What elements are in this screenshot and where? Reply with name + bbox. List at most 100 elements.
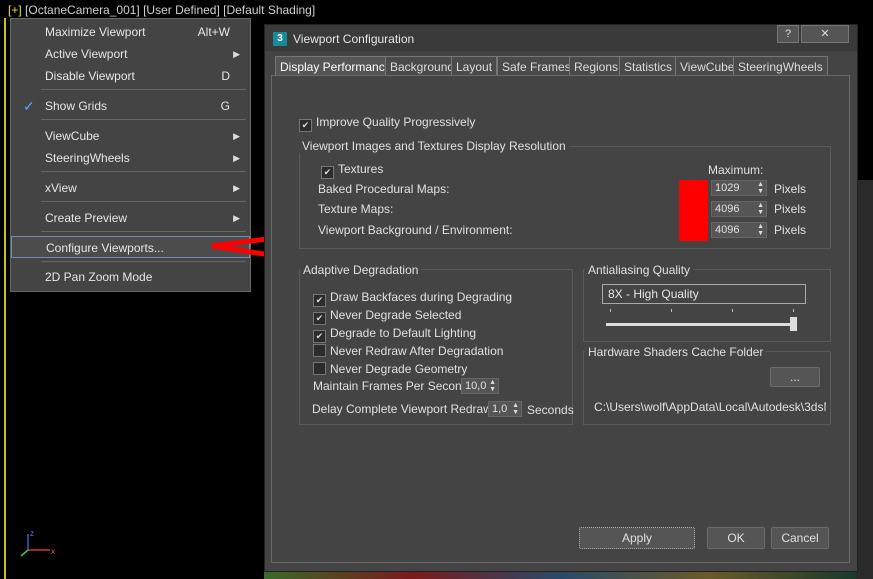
fps-spinner[interactable]: 10,0 ▲ ▼ [461,378,499,394]
axis-label-z: z [30,529,34,538]
submenu-arrow-icon: ▶ [233,213,240,223]
texture-maps-spinner[interactable]: 4096 ▲ ▼ [711,201,767,217]
menu-item-active-viewport[interactable]: Active Viewport ▶ [11,43,250,65]
tab-display-performance[interactable]: Display Performance [275,56,397,76]
checkbox-label: Never Degrade Geometry [330,362,468,376]
close-button[interactable]: ✕ [801,25,849,43]
spinner-value: 4096 [715,203,740,215]
app-logo-icon: 3 [273,32,287,46]
spinner-value: 1029 [715,182,740,194]
ok-button[interactable]: OK [707,527,765,549]
submenu-arrow-icon: ▶ [233,153,240,163]
spinner-arrows-icon: ▲ ▼ [757,181,764,195]
checkmark-icon: ✓ [23,98,35,114]
active-viewport-border [4,18,6,579]
menu-item-shortcut: Alt+W [197,25,230,39]
improve-quality-checkbox[interactable]: ✔ Improve Quality Progressively [299,115,475,132]
never-redraw-checkbox[interactable]: Never Redraw After Degradation [313,344,503,358]
baked-maps-label: Baked Procedural Maps: [318,182,450,196]
menu-item-viewcube[interactable]: ViewCube ▶ [11,125,250,147]
antialiasing-slider-thumb[interactable] [790,317,797,331]
pixels-unit: Pixels [774,182,807,196]
tab-regions[interactable]: Regions [569,56,624,76]
menu-item-label: SteeringWheels [45,151,130,165]
spinner-value: 1,0 [492,403,508,415]
tab-viewcube[interactable]: ViewCube [675,56,740,76]
background-env-spinner[interactable]: 4096 ▲ ▼ [711,222,767,238]
annotation-red-highlight [679,180,708,241]
slider-tick [610,309,611,312]
menu-item-steeringwheels[interactable]: SteeringWheels ▶ [11,147,250,169]
viewport-label[interactable]: [+] [OctaneCamera_001] [User Defined] [D… [8,3,315,17]
slider-tick [732,309,733,312]
checkbox-label: Draw Backfaces during Degrading [330,290,513,304]
draw-backfaces-checkbox[interactable]: ✔ Draw Backfaces during Degrading [313,290,512,307]
menu-item-xview[interactable]: xView ▶ [11,177,250,199]
submenu-arrow-icon: ▶ [233,131,240,141]
spinner-arrows-icon: ▲ ▼ [512,402,519,416]
slider-tick [793,309,794,312]
antialiasing-group [583,269,831,342]
checkbox-unchecked-icon [313,344,326,357]
maximum-label: Maximum: [708,163,764,177]
menu-item-label: 2D Pan Zoom Mode [45,270,153,284]
tab-statistics[interactable]: Statistics [619,56,678,76]
baked-maps-spinner[interactable]: 1029 ▲ ▼ [711,180,767,196]
menu-separator [41,119,246,120]
menu-item-create-preview[interactable]: Create Preview ▶ [11,207,250,229]
menu-item-label: Create Preview [45,211,128,225]
tab-background[interactable]: Background [385,56,460,76]
spinner-value: 10,0 [465,380,487,392]
menu-item-maximize-viewport[interactable]: Maximize Viewport Alt+W [11,21,250,43]
checkbox-label: Never Degrade Selected [330,308,462,322]
axis-gizmo-icon: z x [20,529,55,557]
submenu-arrow-icon: ▶ [233,183,240,193]
menu-item-show-grids[interactable]: ✓ Show Grids G [11,95,250,117]
menu-item-disable-viewport[interactable]: Disable Viewport D [11,65,250,87]
menu-separator [41,201,246,202]
help-button[interactable]: ? [777,25,799,43]
dialog-title: Viewport Configuration [293,32,415,46]
fps-label: Maintain Frames Per Second: [313,379,472,393]
menu-item-label: Show Grids [45,99,108,113]
axis-label-x: x [51,547,55,556]
shader-cache-group-title: Hardware Shaders Cache Folder [585,345,767,359]
spinner-arrows-icon: ▲ ▼ [489,379,496,393]
checkbox-checked-icon: ✔ [313,294,326,307]
delay-label: Delay Complete Viewport Redraw in [312,402,505,416]
menu-item-label: Configure Viewports... [46,241,164,255]
degrade-default-lighting-checkbox[interactable]: ✔ Degrade to Default Lighting [313,326,476,343]
textures-checkbox[interactable]: ✔ Textures [321,162,383,179]
checkbox-checked-icon: ✔ [313,312,326,325]
menu-item-label: Active Viewport [45,47,128,61]
checkbox-label: Degrade to Default Lighting [330,326,477,340]
checkbox-checked-icon: ✔ [299,119,312,132]
tab-steeringwheels[interactable]: SteeringWheels [733,56,828,76]
checkbox-label: Improve Quality Progressively [316,115,476,129]
menu-separator [41,171,246,172]
spinner-arrows-icon: ▲ ▼ [757,202,764,216]
menu-item-label: Disable Viewport [45,69,135,83]
viewport-configuration-dialog: 3 Viewport Configuration ? ✕ Display Per… [264,24,858,572]
tab-layout[interactable]: Layout [451,56,498,76]
antialiasing-slider-track[interactable] [606,323,796,326]
viewport-plus-menu[interactable]: [+] [8,3,22,17]
never-degrade-geometry-checkbox[interactable]: Never Degrade Geometry [313,362,467,376]
adaptive-group-title: Adaptive Degradation [300,263,422,277]
checkbox-checked-icon: ✔ [313,330,326,343]
antialiasing-quality-field[interactable]: 8X - High Quality [602,284,806,304]
apply-button[interactable]: Apply [579,527,695,549]
never-degrade-selected-checkbox[interactable]: ✔ Never Degrade Selected [313,308,461,325]
cancel-button[interactable]: Cancel [771,527,829,549]
checkbox-label: Never Redraw After Degradation [330,344,504,358]
texture-maps-label: Texture Maps: [318,202,394,216]
menu-item-shortcut: G [220,99,230,113]
menu-item-2d-pan-zoom[interactable]: 2D Pan Zoom Mode [11,266,250,288]
delay-spinner[interactable]: 1,0 ▲ ▼ [488,401,522,417]
submenu-arrow-icon: ▶ [233,49,240,59]
tab-safe-frames[interactable]: Safe Frames [497,56,576,76]
viewport-label-text[interactable]: [OctaneCamera_001] [User Defined] [Defau… [25,3,315,17]
checkbox-unchecked-icon [313,362,326,375]
slider-tick [671,309,672,312]
browse-button[interactable]: ... [770,367,820,387]
